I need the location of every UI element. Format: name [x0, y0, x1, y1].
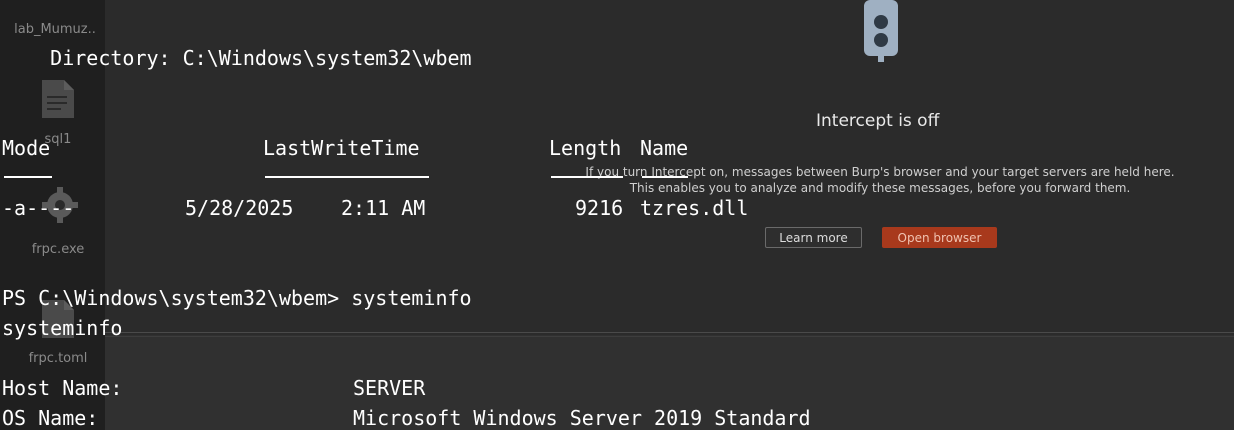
- sysinfo-key: Host Name:: [2, 376, 123, 400]
- row-time: 2:11 AM: [341, 196, 426, 220]
- header-underline: [551, 176, 623, 178]
- directory-line: Directory: C:\Windows\system32\wbem: [2, 46, 472, 70]
- header-length: Length: [549, 136, 622, 160]
- sysinfo-value: SERVER: [353, 376, 426, 400]
- header-underline: [265, 176, 429, 178]
- sysinfo-key: OS Name:: [2, 406, 99, 430]
- sysinfo-value: Microsoft Windows Server 2019 Standard: [353, 406, 811, 430]
- terminal-overlay[interactable]: Directory: C:\Windows\system32\wbem Mode…: [0, 0, 1234, 430]
- row-length: 9216: [575, 196, 624, 220]
- row-mode: -a----: [2, 196, 75, 220]
- row-date: 5/28/2025: [185, 196, 294, 220]
- prompt-line: PS C:\Windows\system32\wbem> systeminfo: [2, 286, 472, 310]
- header-underline: [4, 176, 52, 178]
- header-mode: Mode: [2, 136, 51, 160]
- header-lastwritetime: LastWriteTime: [263, 136, 420, 160]
- echo-line: systeminfo: [2, 316, 123, 340]
- header-underline: [642, 176, 688, 178]
- header-name: Name: [640, 136, 689, 160]
- row-name: tzres.dll: [640, 196, 749, 220]
